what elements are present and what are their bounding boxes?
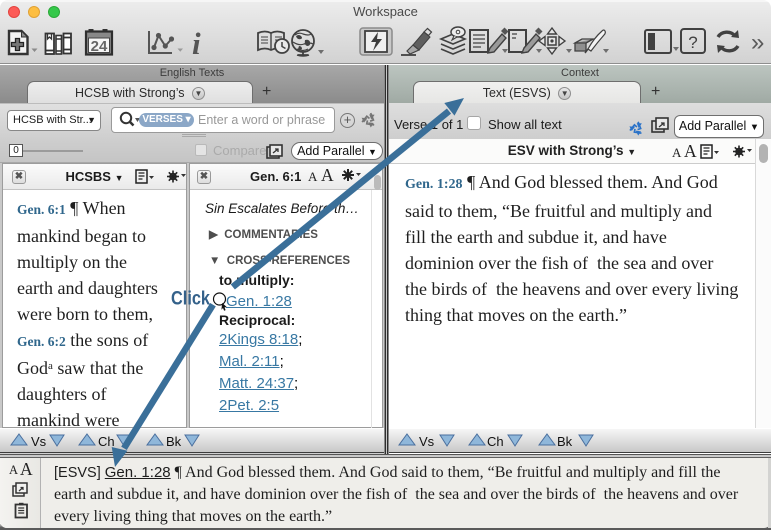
svg-text:i: i (192, 26, 201, 61)
svg-text:?: ? (688, 33, 697, 52)
svg-text:24: 24 (91, 38, 108, 55)
svg-text:»: » (751, 29, 764, 56)
